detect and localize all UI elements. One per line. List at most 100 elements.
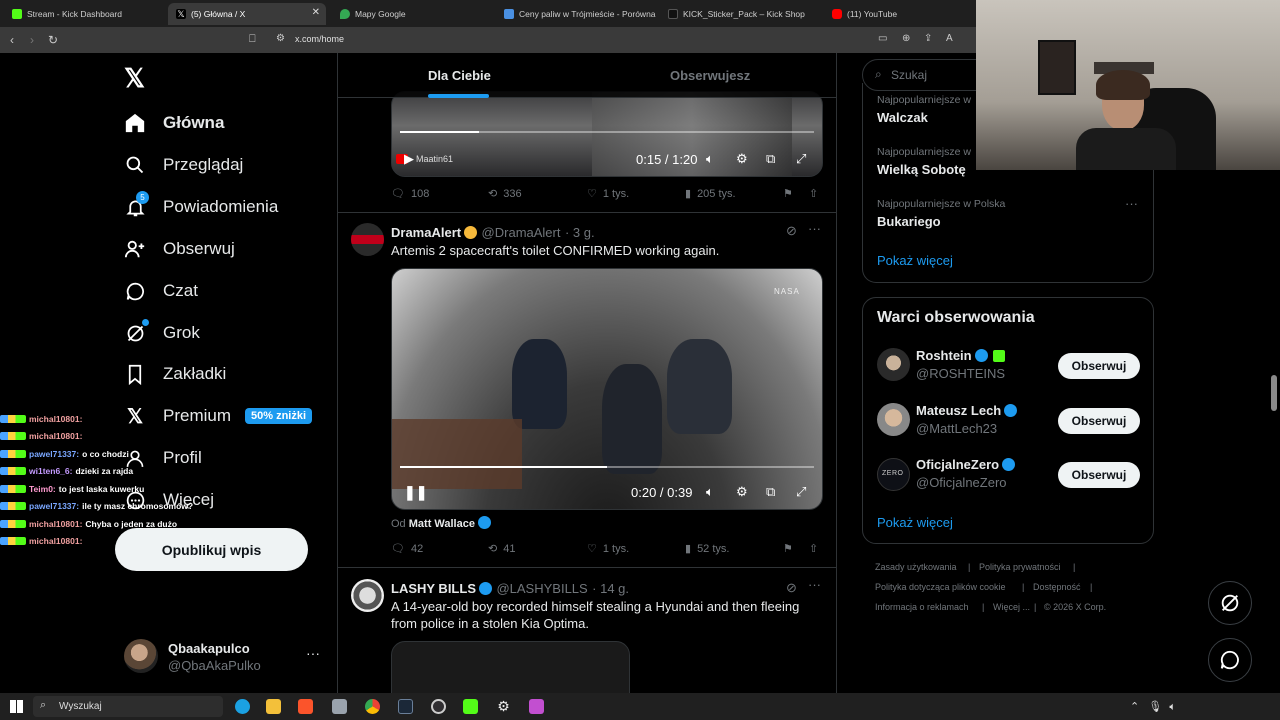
post3-media[interactable]: [391, 641, 630, 693]
like-button[interactable]: ♡ 1 tys.: [587, 542, 629, 556]
system-tray[interactable]: ⌃ 🎙︎ 🔈︎: [1130, 700, 1176, 714]
follow-button[interactable]: Obserwuj: [1058, 462, 1140, 488]
chrome-icon[interactable]: [365, 699, 380, 714]
avatar[interactable]: [877, 403, 910, 436]
post2-name[interactable]: DramaAlert: [391, 225, 461, 240]
more-dots-icon[interactable]: ···: [306, 645, 320, 661]
kick-icon[interactable]: [463, 699, 478, 714]
post3-handle[interactable]: @LASHYBILLS: [496, 581, 587, 596]
reader-icon[interactable]: ▭: [878, 33, 887, 44]
tab-google-maps[interactable]: Mapy Google: [332, 3, 492, 25]
tab-fuel-prices[interactable]: Ceny paliw w Trójmieście - Porównan: [496, 3, 656, 25]
site-info-icon[interactable]: ⚙: [276, 33, 285, 44]
obs-icon[interactable]: [431, 699, 446, 714]
nav-grok[interactable]: Grok: [123, 318, 200, 348]
views-button[interactable]: ▮ 205 tys.: [685, 187, 736, 201]
tab-for-you[interactable]: Dla Ciebie: [428, 68, 491, 83]
footer-link[interactable]: Dostępność: [1033, 582, 1081, 592]
url-field[interactable]: x.com/home: [295, 34, 344, 44]
brave-icon[interactable]: [298, 699, 313, 714]
steam-icon[interactable]: [398, 699, 413, 714]
volume-icon[interactable]: 🔈︎: [706, 484, 714, 500]
show-more-follow-link[interactable]: Pokaż więcej: [877, 515, 953, 530]
post3-name[interactable]: LASHY BILLS: [391, 581, 476, 596]
footer-link[interactable]: Zasady użytkowania: [875, 562, 957, 572]
footer-link[interactable]: Informacja o reklamach: [875, 602, 969, 612]
suggestion-name[interactable]: Mateusz Lech: [916, 403, 1018, 418]
app-icon[interactable]: [529, 699, 544, 714]
post2-video[interactable]: NASA ❚❚ 0:20 / 0:39 🔈︎ ⚙ ⧉ ⤢: [391, 268, 823, 510]
chat-username[interactable]: michal10801:: [29, 536, 82, 546]
nav-chat[interactable]: Czat: [123, 276, 198, 306]
reply-button[interactable]: 🗨︎ 42: [391, 542, 423, 556]
chat-username[interactable]: wi1ten6_6:: [29, 466, 72, 476]
post-more-icon[interactable]: ···: [808, 577, 821, 592]
pip-icon[interactable]: ⧉: [766, 151, 775, 167]
fullscreen-icon[interactable]: ⤢: [796, 151, 806, 167]
messages-fab-button[interactable]: [1208, 638, 1252, 682]
trend-more-icon[interactable]: ···: [1125, 196, 1138, 211]
bookmark-page-icon[interactable]: ⎕: [249, 33, 256, 46]
suggestion-name[interactable]: OficjalneZero: [916, 457, 1016, 472]
nav-notifications[interactable]: 5 Powiadomienia: [123, 191, 278, 222]
post1-video[interactable]: ▶ Maatin61 0:15 / 1:20 🔈︎ ⚙ ⧉ ⤢: [391, 91, 823, 177]
tab-kick-shop[interactable]: KICK_Sticker_Pack – Kick Shop: [660, 3, 820, 25]
tab-youtube[interactable]: (11) YouTube: [824, 3, 972, 25]
tab-x-home[interactable]: 𝕏 (5) Główna / X ✕: [168, 3, 326, 25]
repost-button[interactable]: ⟲ 336: [488, 187, 522, 201]
chat-username[interactable]: michal10801:: [29, 519, 82, 529]
footer-link[interactable]: Więcej ...: [993, 602, 1030, 612]
volume-icon[interactable]: 🔈︎: [706, 151, 714, 167]
share-post-icon[interactable]: ⇧: [809, 187, 818, 200]
chat-username[interactable]: michal10801:: [29, 431, 82, 441]
chat-username[interactable]: michal10801:: [29, 414, 82, 424]
post3-avatar[interactable]: [351, 579, 384, 612]
post2-avatar[interactable]: [351, 223, 384, 256]
footer-link[interactable]: Polityka prywatności: [979, 562, 1061, 572]
show-more-trends-link[interactable]: Pokaż więcej: [877, 253, 953, 268]
reply-button[interactable]: 🗨︎ 108: [391, 187, 429, 201]
taskbar-search[interactable]: ⌕ Wyszukaj: [33, 696, 223, 717]
back-icon[interactable]: ‹: [10, 33, 14, 47]
play-icon[interactable]: ▶: [404, 151, 414, 167]
chat-username[interactable]: pawel71337:: [29, 501, 79, 511]
share-icon[interactable]: ⇪: [924, 33, 932, 44]
settings-icon[interactable]: ⚙: [496, 699, 511, 714]
close-tab-icon[interactable]: ✕: [312, 7, 320, 18]
like-button[interactable]: ♡ 1 tys.: [587, 187, 629, 201]
forward-icon[interactable]: ›: [30, 33, 34, 47]
pip-icon[interactable]: ⧉: [766, 484, 775, 500]
video-progress-bar[interactable]: [400, 131, 814, 133]
bookmark-post-icon[interactable]: ⚑: [783, 187, 793, 200]
zoom-icon[interactable]: ⊕: [902, 33, 910, 44]
nav-follow[interactable]: Obserwuj: [123, 234, 235, 264]
tab-kick-dashboard[interactable]: Stream - Kick Dashboard: [4, 3, 164, 25]
grok-fab-button[interactable]: [1208, 581, 1252, 625]
settings-icon[interactable]: ⚙: [736, 484, 748, 500]
post2-handle[interactable]: @DramaAlert: [482, 225, 561, 240]
windows-start-icon[interactable]: [10, 700, 23, 713]
app-icon[interactable]: [332, 699, 347, 714]
fullscreen-icon[interactable]: ⤢: [796, 484, 806, 500]
settings-icon[interactable]: ⚙: [736, 151, 748, 167]
page-scrollbar[interactable]: [1271, 375, 1277, 411]
views-button[interactable]: ▮ 52 tys.: [685, 542, 729, 556]
suggestion-name[interactable]: Roshtein: [916, 348, 1005, 363]
file-explorer-icon[interactable]: [266, 699, 281, 714]
nav-explore[interactable]: Przeglądaj: [123, 150, 243, 180]
video-progress-bar[interactable]: [400, 466, 814, 468]
post3-time[interactable]: · 14 g.: [592, 581, 629, 596]
chat-username[interactable]: pawel71337:: [29, 449, 79, 459]
nav-home[interactable]: Główna: [123, 108, 224, 138]
grok-explain-icon[interactable]: ⊘: [786, 580, 797, 596]
nav-bookmarks[interactable]: Zakładki: [123, 359, 226, 389]
reload-icon[interactable]: ↻: [48, 33, 58, 47]
edge-icon[interactable]: [235, 699, 250, 714]
post-more-icon[interactable]: ···: [808, 221, 821, 236]
bookmark-post-icon[interactable]: ⚑: [783, 542, 793, 555]
account-switcher[interactable]: Qbaakapulco @QbaAkaPulko ···: [124, 639, 324, 673]
repost-button[interactable]: ⟲ 41: [488, 542, 515, 556]
chat-username[interactable]: Teim0:: [29, 484, 56, 494]
attribution-name[interactable]: Matt Wallace: [409, 518, 475, 530]
share-post-icon[interactable]: ⇧: [809, 542, 818, 555]
